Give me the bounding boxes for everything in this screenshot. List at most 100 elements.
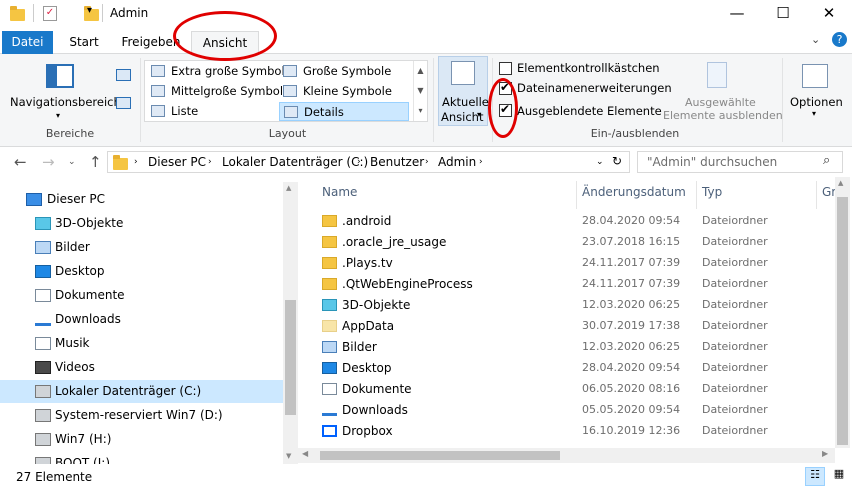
options-button[interactable]: Optionen [790, 95, 843, 109]
file-date: 28.04.2020 09:54 [582, 214, 681, 227]
layout-medium-icons[interactable]: Mittelgroße Symbole [147, 82, 290, 101]
up-arrow-icon[interactable]: ↑ [89, 153, 102, 171]
item-checkboxes-checkbox[interactable] [499, 62, 512, 75]
documents-icon [35, 289, 51, 302]
nav-tree-item[interactable]: BOOT (I:) [0, 452, 285, 464]
forward-arrow-icon[interactable]: → [42, 153, 55, 171]
breadcrumb-separator-icon: › [357, 157, 361, 167]
file-row[interactable]: .QtWebEngineProcess 24.11.2017 07:39 Datei… [318, 274, 828, 295]
search-icon[interactable]: ⌕ [823, 153, 830, 168]
navigation-pane-button[interactable]: Navigationsbereich [10, 95, 121, 109]
folder-icon [322, 236, 337, 248]
tiles-view-icon[interactable]: ▦ [829, 467, 849, 486]
breadcrumb-dieser-pc[interactable]: Dieser PC [148, 155, 206, 169]
nav-tree-item[interactable]: Dieser PC [0, 188, 285, 211]
layout-scroll[interactable]: ▲ ▼ ▾ [413, 61, 427, 121]
hidden-items-label: Ausgeblendete Elemente [517, 104, 662, 118]
column-header-name[interactable]: Name [322, 185, 357, 199]
file-row[interactable]: Downloads 05.05.2020 09:54 Dateiordner [318, 400, 828, 421]
layout-list[interactable]: Liste [147, 102, 279, 121]
details-view-icon[interactable]: ☷ [805, 467, 825, 486]
customize-quick-access-icon[interactable]: ▾ [87, 5, 92, 16]
nav-tree-item[interactable]: Win7 (H:) [0, 428, 285, 451]
file-row[interactable]: .oracle_jre_usage 23.07.2018 16:15 Dateior… [318, 232, 828, 253]
address-input[interactable]: › Dieser PC › Lokaler Datenträger (C:) ›… [107, 151, 630, 173]
file-row[interactable]: Dropbox 16.10.2019 12:36 Dateiordner [318, 421, 828, 442]
details-pane-icon[interactable] [116, 97, 131, 109]
help-icon[interactable]: ? [832, 32, 847, 47]
ribbon-tabs: Datei Start Freigeben Ansicht ⌄ ? [0, 28, 852, 55]
nav-tree-item[interactable]: System-reserviert Win7 (D:) [0, 404, 285, 427]
breadcrumb-benutzer[interactable]: Benutzer [370, 155, 424, 169]
folder-icon [10, 6, 25, 21]
nav-tree-item[interactable]: 3D-Objekte [0, 212, 285, 235]
current-view-button[interactable]: Aktuelle Ansicht ▾ [438, 56, 489, 126]
column-header-date[interactable]: Änderungsdatum [582, 185, 686, 199]
refresh-icon[interactable]: ↻ [612, 154, 622, 168]
status-bar: 27 Elemente ☷ ▦ [0, 465, 852, 489]
address-history-chevron-icon[interactable]: ⌄ [596, 157, 604, 167]
group-label-layout: Layout [268, 127, 307, 140]
search-input[interactable]: "Admin" durchsuchen ⌕ [637, 151, 843, 173]
nav-tree-item[interactable]: Lokaler Datenträger (C:) [0, 380, 285, 403]
divider [696, 181, 697, 209]
h-scrollbar-thumb[interactable] [320, 451, 560, 460]
nav-tree-item[interactable]: Downloads [0, 308, 285, 331]
nav-tree-item[interactable]: Musik [0, 332, 285, 355]
navigation-pane-icon[interactable] [46, 64, 74, 88]
nav-scrollbar-thumb[interactable] [285, 300, 296, 415]
recent-chevron-icon[interactable]: ⌄ [68, 157, 76, 167]
annotation-circle-checkboxes [488, 78, 518, 138]
h-scrollbar[interactable]: ◀ ▶ [298, 448, 835, 463]
nav-tree-item[interactable]: Dokumente [0, 284, 285, 307]
desktop-icon [322, 362, 337, 374]
medium-icons-icon [151, 85, 165, 97]
current-view-icon [451, 61, 475, 85]
file-row[interactable]: 3D-Objekte 12.03.2020 06:25 Dateiordner [318, 295, 828, 316]
collapse-ribbon-icon[interactable]: ⌄ [811, 33, 820, 46]
back-arrow-icon[interactable]: ← [14, 153, 27, 171]
file-type: Dateiordner [702, 361, 768, 374]
file-date: 05.05.2020 09:54 [582, 403, 681, 416]
file-row[interactable]: Bilder 12.03.2020 06:25 Dateiordner [318, 337, 828, 358]
breadcrumb-admin[interactable]: Admin [438, 155, 476, 169]
file-list-scrollbar[interactable]: ▲ [835, 177, 850, 448]
file-row[interactable]: Dokumente 06.05.2020 08:16 Dateiordner [318, 379, 828, 400]
tab-start[interactable]: Start [60, 31, 108, 54]
hide-selected-label-2: Elemente ausblenden [663, 109, 783, 122]
options-icon[interactable] [802, 64, 828, 88]
minimize-button[interactable]: — [714, 0, 760, 28]
file-row[interactable]: .Plays.tv 24.11.2017 07:39 Dateiordner [318, 253, 828, 274]
layout-large-icons[interactable]: Große Symbole [279, 62, 411, 81]
divider [433, 58, 434, 142]
file-date: 30.07.2019 17:38 [582, 319, 681, 332]
chevron-down-icon: ▾ [477, 110, 482, 119]
nav-tree-item[interactable]: Bilder [0, 236, 285, 259]
divider [782, 58, 783, 142]
column-header-type[interactable]: Typ [702, 185, 722, 199]
tab-datei[interactable]: Datei [2, 31, 53, 54]
nav-scrollbar[interactable]: ▲ ▼ [283, 182, 298, 464]
nav-tree-item[interactable]: Desktop [0, 260, 285, 283]
file-date: 12.03.2020 06:25 [582, 298, 681, 311]
3d-objects-icon [322, 299, 337, 311]
file-list-scrollbar-thumb[interactable] [837, 197, 848, 445]
file-date: 16.10.2019 12:36 [582, 424, 681, 437]
file-row[interactable]: Desktop 28.04.2020 09:54 Dateiordner [318, 358, 828, 379]
properties-icon[interactable]: ✓ [43, 6, 57, 21]
hide-selected-button[interactable]: Ausgewählte [685, 96, 756, 109]
folder-faded-icon [322, 320, 337, 332]
maximize-button[interactable]: ☐ [760, 0, 806, 28]
file-name: Dokumente [342, 382, 412, 396]
layout-small-icons[interactable]: Kleine Symbole [279, 82, 411, 101]
close-button[interactable]: ✕ [806, 0, 852, 28]
layout-details[interactable]: Details [279, 102, 409, 121]
preview-pane-icon[interactable] [116, 69, 131, 81]
file-type: Dateiordner [702, 298, 768, 311]
layout-extra-large-icons[interactable]: Extra große Symbole [147, 62, 292, 81]
file-row[interactable]: .android 28.04.2020 09:54 Dateiordner [318, 211, 828, 232]
nav-tree-item[interactable]: Videos [0, 356, 285, 379]
breadcrumb-separator-icon: › [208, 157, 212, 167]
breadcrumb-drive-c[interactable]: Lokaler Datenträger (C:) [222, 155, 368, 169]
file-row[interactable]: AppData 30.07.2019 17:38 Dateiordner [318, 316, 828, 337]
